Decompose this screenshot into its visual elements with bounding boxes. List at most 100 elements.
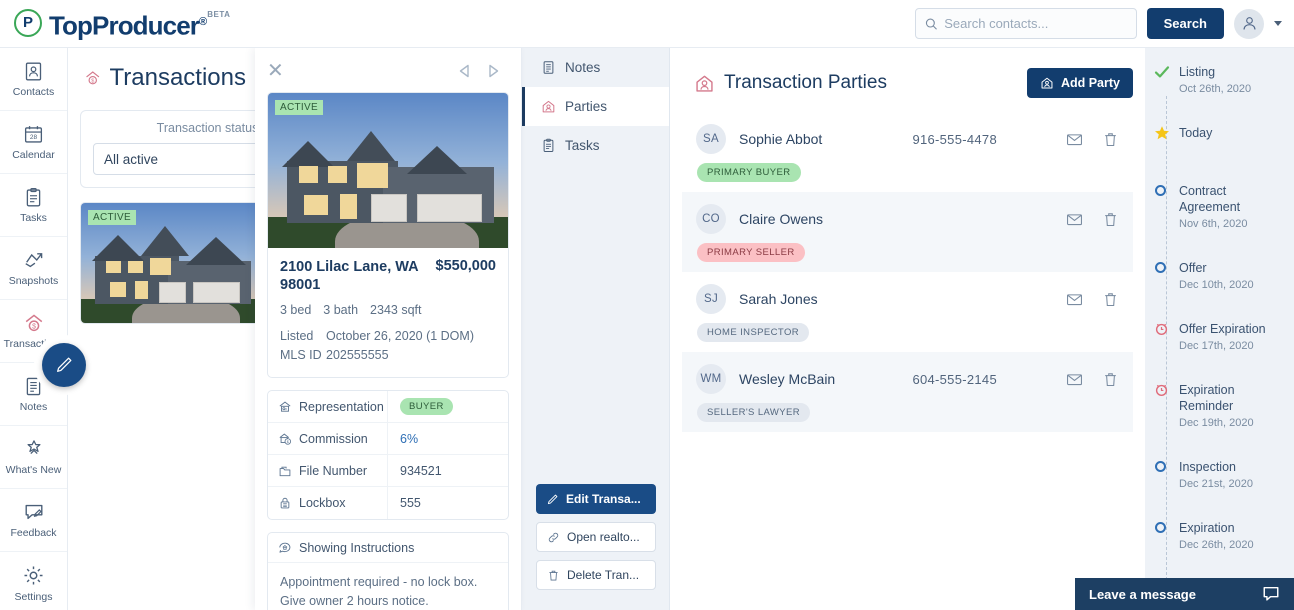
table-row[interactable]: Lockbox 555 — [268, 487, 508, 519]
chat-bubble-icon[interactable] — [1262, 585, 1280, 603]
snapshots-icon — [24, 253, 42, 268]
transaction-list-card[interactable]: ACTIVE — [80, 202, 263, 324]
page-title-text: Transactions — [109, 64, 247, 91]
edit-transaction-label: Edit Transa... — [566, 492, 641, 506]
timeline-item-listing[interactable]: Listing Oct 26th, 2020 — [1154, 64, 1284, 95]
left-nav-rail: Contacts 28 Calendar Tasks Snapshots $ T… — [0, 48, 68, 610]
transactions-icon: $ — [86, 71, 100, 85]
brand-name-producer: Producer — [92, 10, 200, 41]
commission-value[interactable]: 6% — [388, 432, 418, 446]
tab-notes[interactable]: Notes — [522, 48, 669, 87]
table-row[interactable]: $ Commission 6% — [268, 423, 508, 455]
table-row[interactable]: File Number 934521 — [268, 455, 508, 487]
email-icon[interactable] — [1066, 291, 1083, 308]
sidebar-item-whats-new[interactable]: What's New — [0, 426, 67, 489]
showing-instructions-header: Showing Instructions — [268, 533, 508, 563]
open-realtor-label: Open realto... — [567, 530, 640, 544]
trash-icon[interactable] — [1102, 371, 1119, 388]
timeline-item-today[interactable]: Today — [1154, 125, 1284, 141]
trash-icon[interactable] — [1102, 131, 1119, 148]
svg-text:28: 28 — [30, 134, 38, 141]
table-row[interactable]: WM Wesley McBain 604-555-2145 SELLER'S L… — [682, 352, 1133, 432]
trash-icon[interactable] — [1102, 211, 1119, 228]
close-icon[interactable]: ✕ — [267, 61, 284, 81]
table-row[interactable]: SJ Sarah Jones HOME INSPECTOR — [682, 272, 1133, 352]
timeline-title: Expiration — [1179, 521, 1235, 535]
email-icon[interactable] — [1066, 131, 1083, 148]
brand-logo[interactable]: P TopProducer® BETA — [14, 7, 231, 41]
tab-parties[interactable]: Parties — [522, 87, 669, 126]
field-key: Representation — [268, 391, 388, 422]
next-arrow-icon[interactable] — [485, 63, 501, 79]
trash-icon[interactable] — [1102, 291, 1119, 308]
trash-icon — [549, 570, 558, 581]
table-row[interactable]: CO Claire Owens PRIMARY SELLER — [682, 192, 1133, 272]
field-key: $ Commission — [268, 423, 388, 454]
timeline-title: Offer — [1179, 261, 1207, 275]
star-icon — [1154, 125, 1170, 141]
timeline-date: Dec 26th, 2020 — [1179, 539, 1254, 551]
timeline-title: Inspection — [1179, 460, 1236, 474]
status-badge: HOME INSPECTOR — [697, 323, 809, 342]
mls-value: 202555555 — [326, 348, 389, 362]
listed-label: Listed — [280, 329, 314, 343]
transaction-action-buttons: Edit Transa... Open realto... Delete Tra… — [536, 484, 656, 598]
beta-tag: BETA — [207, 9, 231, 19]
sidebar-item-calendar[interactable]: 28 Calendar — [0, 111, 67, 174]
timeline-date: Dec 10th, 2020 — [1179, 279, 1254, 291]
search-input[interactable] — [944, 16, 1127, 31]
circle-icon — [1154, 260, 1170, 276]
field-key-label: Commission — [299, 431, 368, 446]
open-realtor-button[interactable]: Open realto... — [536, 522, 656, 552]
property-info: 2100 Lilac Lane, WA 98001 $550,000 3 bed… — [268, 248, 508, 377]
search-box[interactable] — [914, 8, 1137, 39]
sidebar-item-snapshots[interactable]: Snapshots — [0, 237, 67, 300]
property-image: ACTIVE — [268, 93, 508, 248]
party-name[interactable]: Claire Owens — [739, 211, 823, 227]
table-row[interactable]: SA Sophie Abbot 916-555-4478 PRIMARY BUY… — [682, 112, 1133, 192]
add-party-label: Add Party — [1060, 76, 1120, 90]
link-icon — [548, 532, 559, 542]
timeline-title: Today — [1179, 126, 1213, 140]
user-menu-chevron-down-icon[interactable] — [1274, 21, 1282, 26]
house-key-icon — [279, 401, 291, 412]
showing-instructions-card: Showing Instructions Appointment require… — [267, 532, 509, 610]
sidebar-item-label: Settings — [14, 590, 53, 603]
email-icon[interactable] — [1066, 371, 1083, 388]
timeline-date: Dec 17th, 2020 — [1179, 340, 1254, 352]
pencil-icon — [547, 494, 558, 504]
sidebar-item-feedback[interactable]: Feedback — [0, 489, 67, 552]
chat-widget[interactable]: Leave a message — [1075, 578, 1294, 610]
timeline-title: Contract Agreement — [1179, 184, 1241, 214]
sidebar-item-contacts[interactable]: Contacts — [0, 48, 67, 111]
timeline-item-contract-agreement[interactable]: Contract Agreement Nov 6th, 2020 — [1155, 183, 1284, 230]
party-name[interactable]: Sarah Jones — [739, 291, 818, 307]
sidebar-item-label: Calendar — [12, 148, 55, 161]
property-sqft: 2343 sqft — [370, 303, 422, 317]
timeline-item-expiration-reminder[interactable]: Expiration Reminder Dec 19th, 2020 — [1155, 382, 1284, 429]
sidebar-item-tasks[interactable]: Tasks — [0, 174, 67, 237]
edit-transaction-button[interactable]: Edit Transa... — [536, 484, 656, 514]
quick-add-button[interactable] — [42, 343, 86, 387]
delete-transaction-button[interactable]: Delete Tran... — [536, 560, 656, 590]
lock-icon — [280, 497, 290, 509]
transaction-fields-card: Representation BUYER $ Commission 6% Fil… — [267, 390, 509, 520]
field-key: Lockbox — [268, 487, 388, 519]
showing-instructions-title: Showing Instructions — [299, 540, 415, 555]
party-name[interactable]: Sophie Abbot — [739, 131, 822, 147]
add-party-button[interactable]: Add Party — [1026, 68, 1133, 98]
party-name[interactable]: Wesley McBain — [739, 371, 835, 387]
avatar: SJ — [696, 284, 726, 314]
timeline-item-offer[interactable]: Offer Dec 10th, 2020 — [1154, 260, 1284, 291]
search-button[interactable]: Search — [1146, 8, 1224, 39]
timeline-item-offer-expiration[interactable]: Offer Expiration Dec 17th, 2020 — [1155, 321, 1284, 352]
brand-registered-mark: ® — [198, 15, 207, 28]
table-row[interactable]: Representation BUYER — [268, 391, 508, 423]
user-avatar[interactable] — [1234, 8, 1264, 39]
sidebar-item-settings[interactable]: Settings — [0, 552, 67, 610]
timeline-item-inspection[interactable]: Inspection Dec 21st, 2020 — [1155, 459, 1284, 490]
previous-arrow-icon[interactable] — [457, 63, 473, 79]
timeline-item-expiration[interactable]: Expiration Dec 26th, 2020 — [1155, 520, 1284, 551]
email-icon[interactable] — [1066, 211, 1083, 228]
tab-tasks[interactable]: Tasks — [522, 126, 669, 165]
